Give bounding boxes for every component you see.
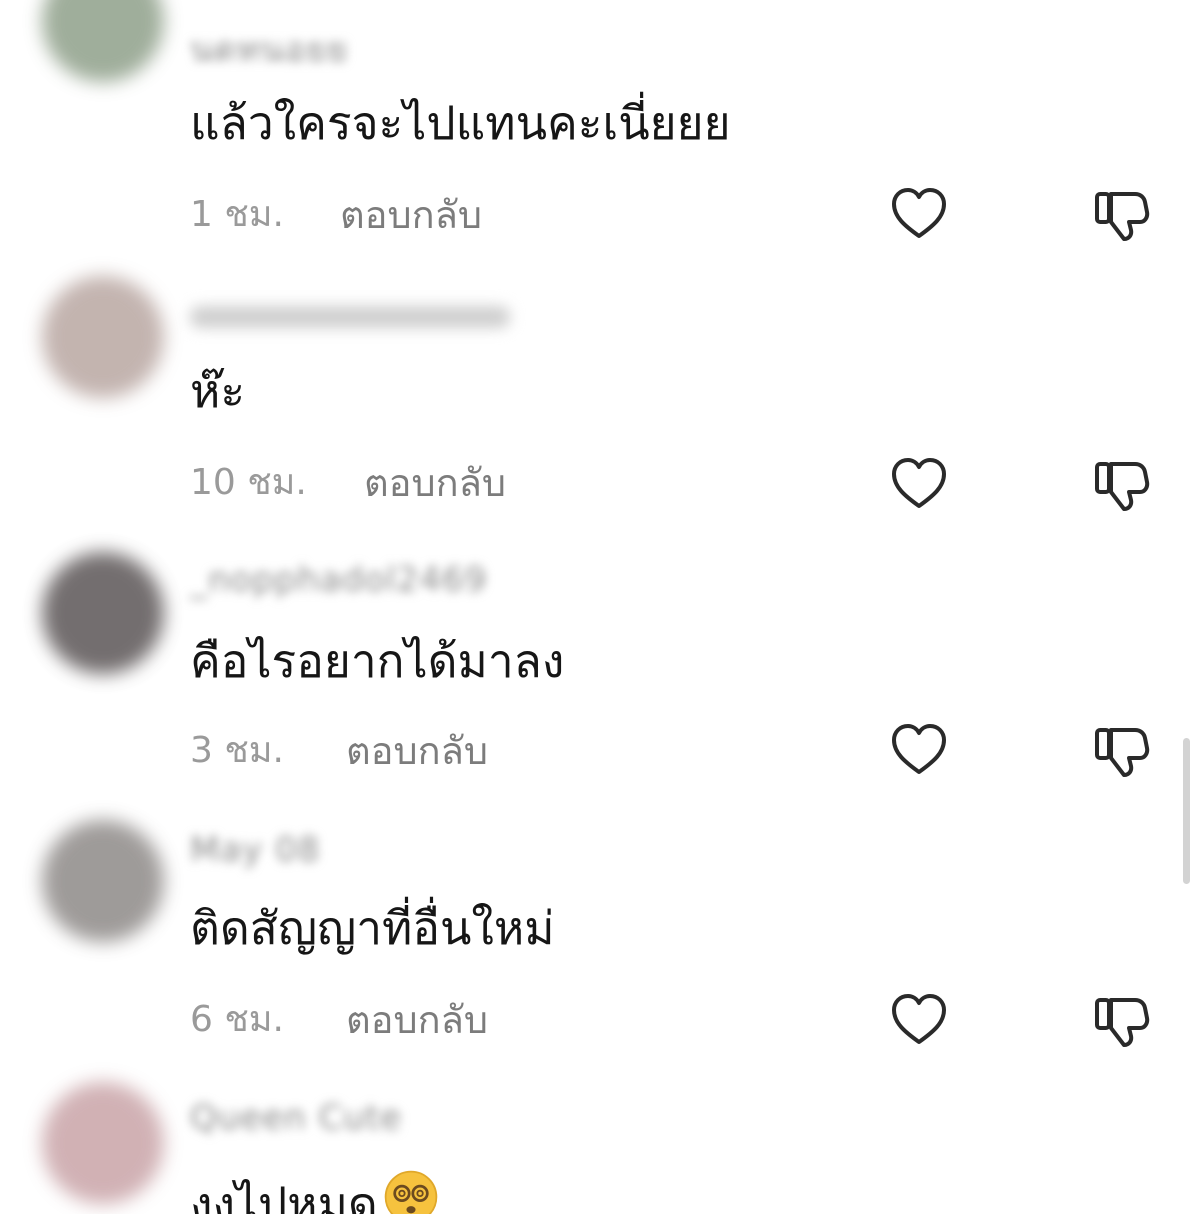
comment-time: 3 ชม. — [190, 730, 284, 771]
comment-text: งงไปหมด — [190, 1168, 440, 1214]
comment-text: แล้วใครจะไปแทนคะเนี่ยยย — [190, 96, 731, 150]
thumbs-down-icon[interactable] — [1089, 182, 1153, 246]
heart-icon[interactable] — [887, 988, 951, 1052]
reply-button[interactable]: ตอบกลับ — [346, 1001, 488, 1039]
comment-time: 1 ชม. — [190, 194, 284, 235]
avatar[interactable] — [42, 820, 164, 942]
reply-button[interactable]: ตอบกลับ — [340, 196, 482, 234]
thumbs-down-icon[interactable] — [1089, 718, 1153, 782]
comment-text: ติดสัญญาที่อื่นใหม่ — [190, 901, 555, 955]
avatar[interactable] — [42, 552, 164, 674]
heart-icon[interactable] — [887, 718, 951, 782]
blurred-username — [190, 306, 510, 328]
reply-button[interactable]: ตอบกลับ — [346, 732, 488, 770]
avatar[interactable] — [42, 276, 164, 398]
comment-time: 6 ชม. — [190, 999, 284, 1040]
comment-text: คือไรอยากได้มาลง — [190, 634, 565, 688]
comment-username[interactable]: _nopphadol2469 — [190, 560, 487, 600]
comment-username[interactable]: นดทนอยย — [190, 22, 348, 76]
heart-icon[interactable] — [887, 182, 951, 246]
avatar[interactable] — [42, 0, 164, 82]
comment-username[interactable]: May 08 — [190, 830, 320, 870]
reply-button[interactable]: ตอบกลับ — [364, 464, 506, 502]
comment-text-content: งงไปหมด — [190, 1177, 378, 1214]
comment-time: 10 ชม. — [190, 462, 307, 503]
scrollbar[interactable] — [1183, 738, 1190, 884]
thumbs-down-icon[interactable] — [1089, 452, 1153, 516]
comment-text: ห๊ะ — [190, 364, 246, 418]
thumbs-down-icon[interactable] — [1089, 988, 1153, 1052]
dizzy-face-emoji-icon — [384, 1170, 438, 1214]
comments-screen: นดทนอยย แล้วใครจะไปแทนคะเนี่ยยย 1 ชม. ตอ… — [0, 0, 1200, 1214]
comment-username[interactable]: Queen Cute — [190, 1098, 402, 1138]
avatar[interactable] — [42, 1082, 164, 1204]
heart-icon[interactable] — [887, 452, 951, 516]
